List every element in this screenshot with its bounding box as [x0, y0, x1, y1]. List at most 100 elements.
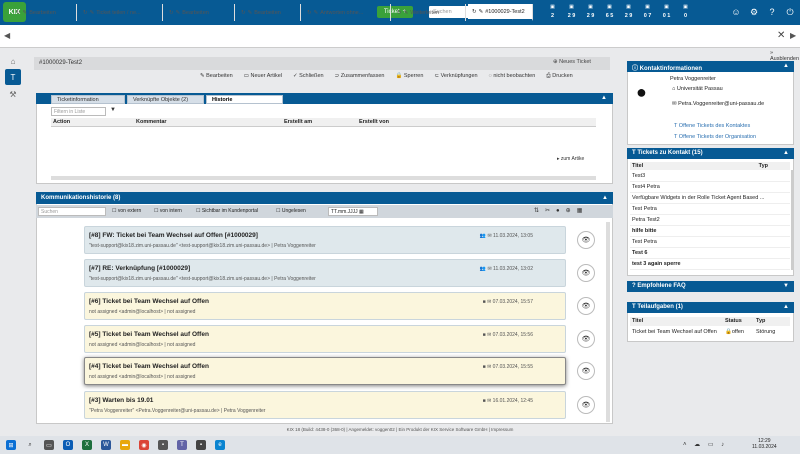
tabs-right-icon[interactable]: ▶ — [790, 31, 796, 40]
tab-2[interactable]: ↻ ✎ Bearbeiten — [165, 4, 235, 21]
tab-linked-objects[interactable]: Verknüpfte Objekte (2) — [127, 95, 204, 104]
collapse-comm-icon[interactable]: ▲ — [602, 195, 608, 201]
close-action[interactable]: ✓ Schließen — [293, 73, 324, 83]
close-all-icon[interactable]: ✕ — [777, 30, 785, 41]
tabs-left-icon[interactable]: ◀ — [4, 31, 10, 40]
open-contact-tickets-link[interactable]: T Offene Tickets des Kontaktes — [674, 123, 750, 129]
tab-ticketinformation[interactable]: Ticketinformation — [51, 95, 125, 104]
article-item[interactable]: [#7] RE: Verknüpfung [#1000029] "test-su… — [84, 259, 566, 287]
unwatch-action[interactable]: ◌ nicht beobachten — [489, 73, 536, 83]
filter-unread-checkbox[interactable]: ☐ Ungelesen — [276, 208, 306, 214]
chrome-icon[interactable]: ◉ — [139, 440, 149, 450]
article-item[interactable]: [#8] FW: Ticket bei Team Wechsel auf Off… — [84, 226, 566, 254]
subtask-row[interactable]: Ticket bei Team Wechsel auf Offen 🔒offen… — [630, 328, 790, 337]
contact-ticket-row[interactable]: Test Petra — [630, 238, 790, 248]
article-item[interactable]: [#6] Ticket bei Team Wechsel auf Offen n… — [84, 292, 566, 320]
filter-intern-checkbox[interactable]: ☐ von intern — [154, 208, 182, 214]
tab-0[interactable]: ↻ ✎ Bearbeiten — [12, 4, 77, 21]
edge-icon[interactable]: e — [215, 440, 225, 450]
ticket-counter-4[interactable]: ▣ 2 9 — [621, 3, 636, 22]
teams-icon[interactable]: T — [177, 440, 187, 450]
outlook-icon[interactable]: O — [63, 440, 73, 450]
history-col-createdby[interactable]: Erstellt von — [357, 118, 596, 127]
refresh-icon[interactable]: ↻ — [169, 10, 174, 16]
gear-icon[interactable]: ⚙ — [748, 6, 760, 18]
refresh-icon[interactable]: ↻ — [472, 9, 477, 15]
tab-3[interactable]: ↻ ✎ Bearbeiten — [237, 4, 301, 21]
refresh-icon[interactable]: ↻ — [83, 10, 88, 16]
history-col-action[interactable]: Action — [51, 118, 134, 127]
article-item[interactable]: [#5] Ticket bei Team Wechsel auf Offen n… — [84, 325, 566, 353]
contact-ticket-row[interactable]: hilfe bitte — [630, 227, 790, 237]
comm-toolbar-icons[interactable]: ⇅✂●⊕▦ — [534, 207, 588, 214]
ticket-counter-0[interactable]: ▣ 2 — [545, 3, 560, 22]
contact-ticket-row[interactable]: Test3 — [630, 172, 790, 182]
app2-icon[interactable]: ▪ — [196, 440, 206, 450]
merge-action[interactable]: ⊃ Zusammenfassen — [335, 73, 385, 83]
contact-ticket-row[interactable]: test 3 again sperre — [630, 260, 790, 270]
ticket-counter-1[interactable]: ▣ 2 9 — [564, 3, 579, 22]
ticket-counter-7[interactable]: ▣ 0 — [678, 3, 693, 22]
comm-scrollbar[interactable] — [606, 222, 610, 422]
collapse-icon[interactable]: ▲ — [601, 95, 607, 101]
goto-article-link[interactable]: ▸ zum Artike — [557, 156, 584, 162]
refresh-icon[interactable]: ↻ — [241, 10, 246, 16]
word-icon[interactable]: W — [101, 440, 111, 450]
explorer-icon[interactable]: ▬ — [120, 440, 130, 450]
taskbar-clock[interactable]: 12:29 11.03.2024 — [752, 438, 777, 450]
history-filter-input[interactable]: Filtern in Liste — [51, 107, 106, 116]
history-scrollbar[interactable] — [51, 176, 596, 180]
filter-icon[interactable]: ▼ — [110, 107, 116, 113]
open-org-tickets-link[interactable]: T Offene Tickets der Organisation — [674, 134, 756, 140]
contact-ticket-row[interactable]: Petra Test2 — [630, 216, 790, 226]
refresh-icon[interactable]: ↻ — [16, 10, 21, 16]
article-view-icon[interactable]: 👁 — [577, 297, 595, 315]
history-col-comment[interactable]: Kommentar — [134, 118, 282, 127]
tab-history[interactable]: Historie — [206, 95, 283, 104]
search-icon-taskbar[interactable]: ⌕ — [25, 440, 35, 450]
article-view-icon[interactable]: 👁 — [577, 396, 595, 414]
date-filter-input[interactable]: TT.mm.JJJJ ▦ — [328, 207, 378, 216]
contact-ticket-row[interactable]: Verfügbare Widgets in der Rolle Ticket A… — [630, 194, 790, 204]
contact-ticket-row[interactable]: Test Petra — [630, 205, 790, 215]
history-col-created[interactable]: Erstellt am — [282, 118, 357, 127]
ticket-counter-5[interactable]: ▣ 0 7 — [640, 3, 655, 22]
tab-1[interactable]: ↻ ✎ Ticket teilen / ne... — [79, 4, 163, 21]
print-action[interactable]: ⎙ Drucken — [546, 73, 572, 83]
faq-header[interactable]: ? Empfohlene FAQ ▼ — [627, 281, 794, 292]
article-view-icon[interactable]: 👁 — [577, 231, 595, 249]
filter-portal-checkbox[interactable]: ☐ Sichtbar im Kundenportal — [196, 208, 258, 214]
article-view-icon[interactable]: 👁 — [577, 362, 595, 380]
edit-action[interactable]: ✎ Bearbeiten — [200, 73, 233, 83]
contact-email[interactable]: ✉ Petra.Voggenreiter@uni-passau.de — [672, 101, 764, 107]
help-icon[interactable]: ? — [766, 6, 778, 18]
contact-tickets-scrollbar[interactable] — [791, 170, 794, 270]
excel-icon[interactable]: X — [82, 440, 92, 450]
tab-5[interactable]: ↻ ✎ Weiterleiten — [393, 4, 466, 21]
tab-4[interactable]: ↻ ✎ Antworten ohne... — [303, 4, 391, 21]
article-search-input[interactable]: Suchen — [38, 207, 106, 216]
ticket-module-icon[interactable]: T — [5, 69, 21, 85]
admin-icon[interactable]: ⚒ — [5, 86, 21, 102]
refresh-icon[interactable]: ↻ — [307, 10, 312, 16]
refresh-icon[interactable]: ↻ — [397, 10, 402, 16]
article-item[interactable]: [#4] Ticket bei Team Wechsel auf Offen n… — [84, 357, 566, 385]
windows-start-icon[interactable]: ⊞ — [6, 440, 16, 450]
contact-ticket-row[interactable]: Test4 Petra — [630, 183, 790, 193]
ticket-counter-3[interactable]: ▣ 6 5 — [602, 3, 617, 22]
taskview-icon[interactable]: ▭ — [44, 440, 54, 450]
filter-extern-checkbox[interactable]: ☐ von extern — [112, 208, 141, 214]
lock-action[interactable]: 🔒 Sperren — [395, 73, 423, 83]
contact-ticket-row[interactable]: Test 6 — [630, 249, 790, 259]
ticket-counter-6[interactable]: ▣ 0 1 — [659, 3, 674, 22]
user-icon[interactable]: ☺ — [730, 6, 742, 18]
article-view-icon[interactable]: 👁 — [577, 330, 595, 348]
home-icon[interactable]: ⌂ — [5, 53, 21, 69]
new-article-action[interactable]: ▭ Neuer Artikel — [244, 73, 282, 83]
tray-icons[interactable]: ˄ ☁ ▭ ♪ — [683, 441, 727, 448]
logout-icon[interactable]: ⏻ — [784, 6, 796, 18]
links-action[interactable]: ⊂ Verknüpfungen — [434, 73, 477, 83]
app-icon[interactable]: ▪ — [158, 440, 168, 450]
article-item[interactable]: [#3] Warten bis 19.01 "Petra Voggenreite… — [84, 391, 566, 419]
new-ticket-link[interactable]: ⊕ Neues Ticket — [553, 59, 591, 65]
